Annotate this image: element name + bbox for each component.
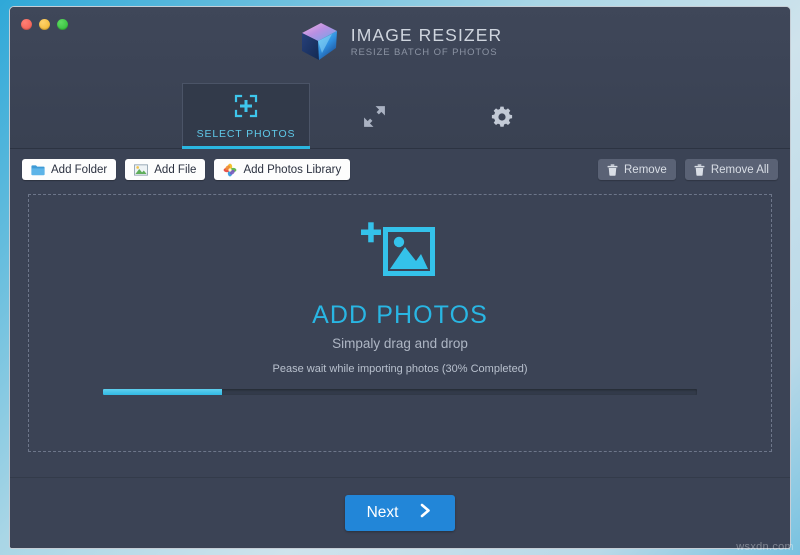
tab-select-photos[interactable]: SELECT PHOTOS [182, 83, 310, 149]
trash-icon [694, 163, 705, 176]
select-photos-icon [234, 93, 258, 119]
add-photos-library-button[interactable]: Add Photos Library [214, 159, 351, 180]
brand-block: IMAGE RESIZER RESIZE BATCH OF PHOTOS [10, 20, 790, 64]
add-photos-library-label: Add Photos Library [243, 163, 342, 176]
progress-fill [103, 389, 222, 395]
photo-dropzone[interactable]: ADD PHOTOS Simpaly drag and drop Pease w… [28, 194, 772, 452]
resize-arrows-icon [362, 104, 387, 130]
add-folder-label: Add Folder [51, 163, 108, 176]
trash-icon [607, 163, 618, 176]
dropzone-subtitle: Simpaly drag and drop [332, 336, 468, 351]
window-header: IMAGE RESIZER RESIZE BATCH OF PHOTOS SEL… [10, 7, 790, 149]
main-content: ADD PHOTOS Simpaly drag and drop Pease w… [10, 190, 790, 477]
photos-library-icon [223, 163, 237, 177]
tab-select-photos-label: SELECT PHOTOS [196, 127, 296, 140]
toolbar-right-group: Remove Remove All [598, 159, 778, 180]
app-title: IMAGE RESIZER [350, 24, 503, 45]
remove-label: Remove [624, 163, 667, 176]
next-button-label: Next [366, 504, 399, 521]
desktop-backdrop: IMAGE RESIZER RESIZE BATCH OF PHOTOS SEL… [0, 0, 800, 555]
app-subtitle: RESIZE BATCH OF PHOTOS [350, 47, 498, 58]
chevron-right-icon [418, 502, 433, 524]
add-file-label: Add File [154, 163, 197, 176]
dropzone-title: ADD PHOTOS [312, 301, 488, 329]
folder-icon [31, 164, 45, 176]
gem-logo-icon [298, 20, 340, 64]
app-window: IMAGE RESIZER RESIZE BATCH OF PHOTOS SEL… [9, 6, 791, 549]
next-button[interactable]: Next [345, 495, 455, 531]
remove-all-label: Remove All [710, 163, 769, 176]
progress-track [103, 389, 697, 395]
gear-icon [490, 104, 514, 130]
add-photos-icon [361, 220, 439, 288]
footer: Next [10, 477, 790, 548]
toolbar: Add Folder Add File Add Photos Library R… [10, 149, 790, 190]
remove-all-button[interactable]: Remove All [684, 159, 778, 180]
brand-text: IMAGE RESIZER RESIZE BATCH OF PHOTOS [350, 24, 503, 58]
import-progress: Pease wait while importing photos (30% C… [103, 363, 697, 395]
tab-resize[interactable] [310, 83, 438, 148]
import-progress-label: Pease wait while importing photos (30% C… [272, 363, 528, 375]
add-file-button[interactable]: Add File [125, 159, 206, 180]
remove-button[interactable]: Remove [598, 159, 676, 180]
image-file-icon [134, 163, 149, 176]
tab-settings[interactable] [438, 83, 566, 148]
tab-bar: SELECT PHOTOS [182, 83, 566, 149]
toolbar-left-group: Add Folder Add File Add Photos Library [22, 159, 351, 180]
add-folder-button[interactable]: Add Folder [22, 159, 117, 180]
